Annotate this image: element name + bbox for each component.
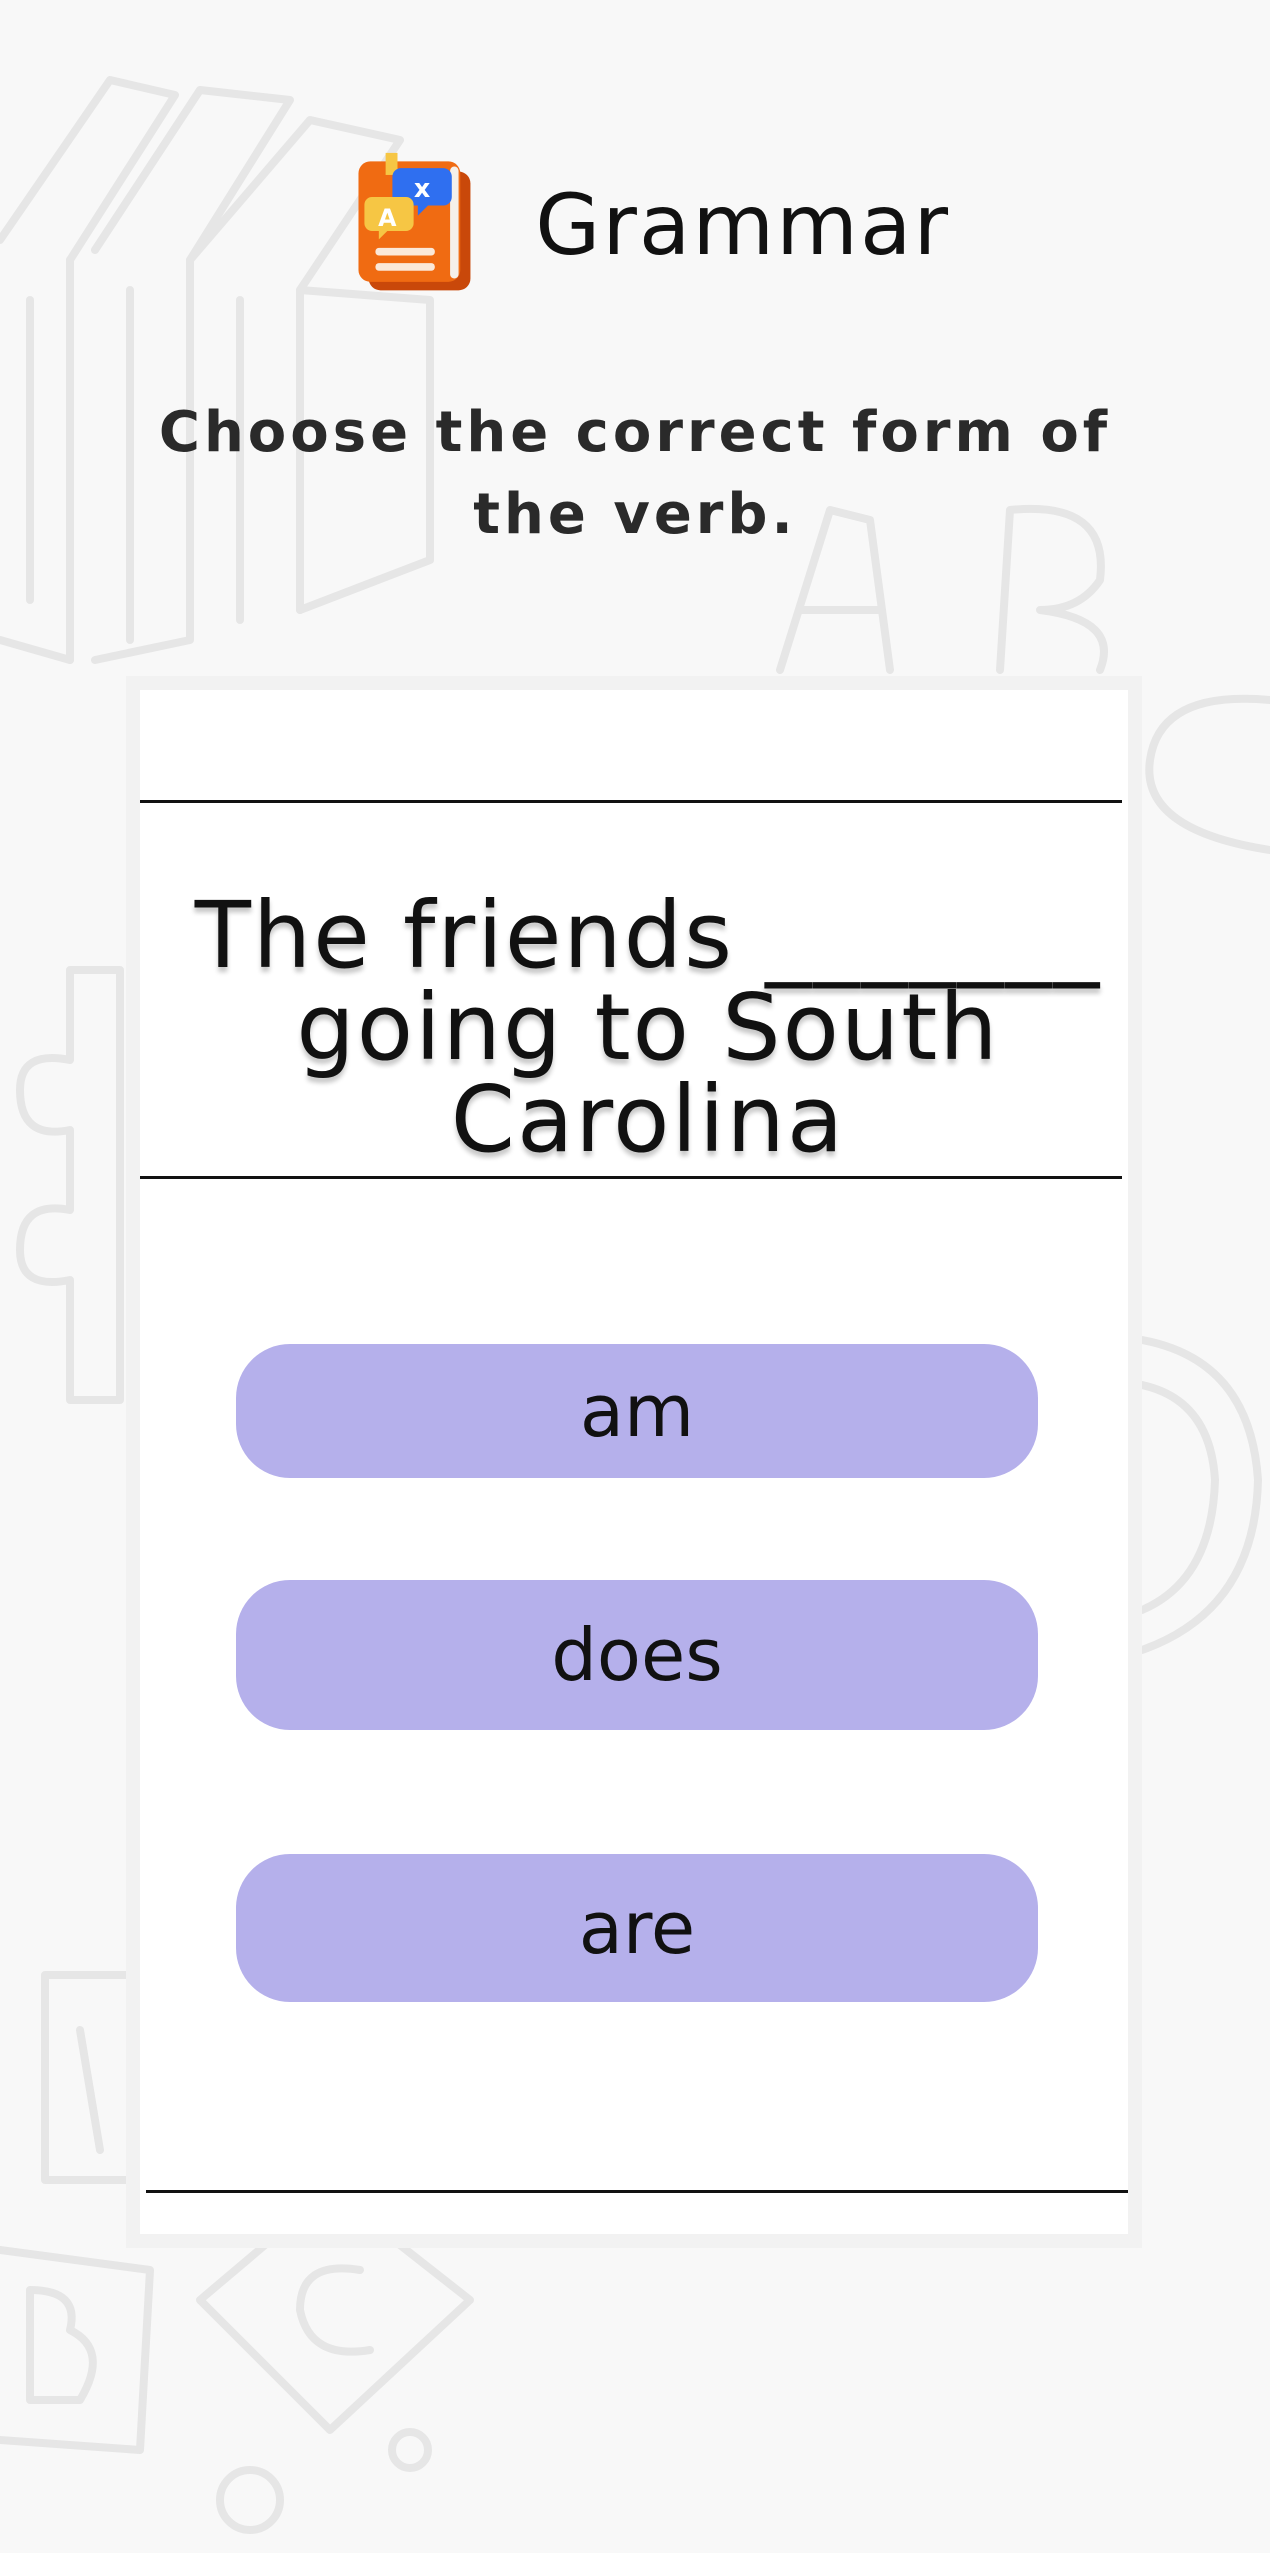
svg-text:A: A [378,204,397,232]
question-line-2: going to South [296,974,1000,1081]
option-am-button[interactable]: am [236,1344,1038,1478]
option-are-button[interactable]: are [236,1854,1038,2002]
divider-middle [140,1176,1122,1179]
app-title: Grammar [535,176,950,274]
question-text: The friends _______ going to South Carol… [180,890,1116,1166]
option-does-button[interactable]: does [236,1580,1038,1730]
divider-top [140,800,1122,803]
question-line-1: The friends _______ [194,882,1102,989]
question-card: The friends _______ going to South Carol… [126,676,1142,2248]
instruction-text: Choose the correct form of the verb. [158,400,1112,547]
translate-book-icon: x A [358,152,471,291]
divider-bottom [146,2190,1128,2193]
svg-text:x: x [414,173,431,203]
app-header: x A Grammar [350,140,950,310]
question-line-3: Carolina [450,1066,846,1173]
